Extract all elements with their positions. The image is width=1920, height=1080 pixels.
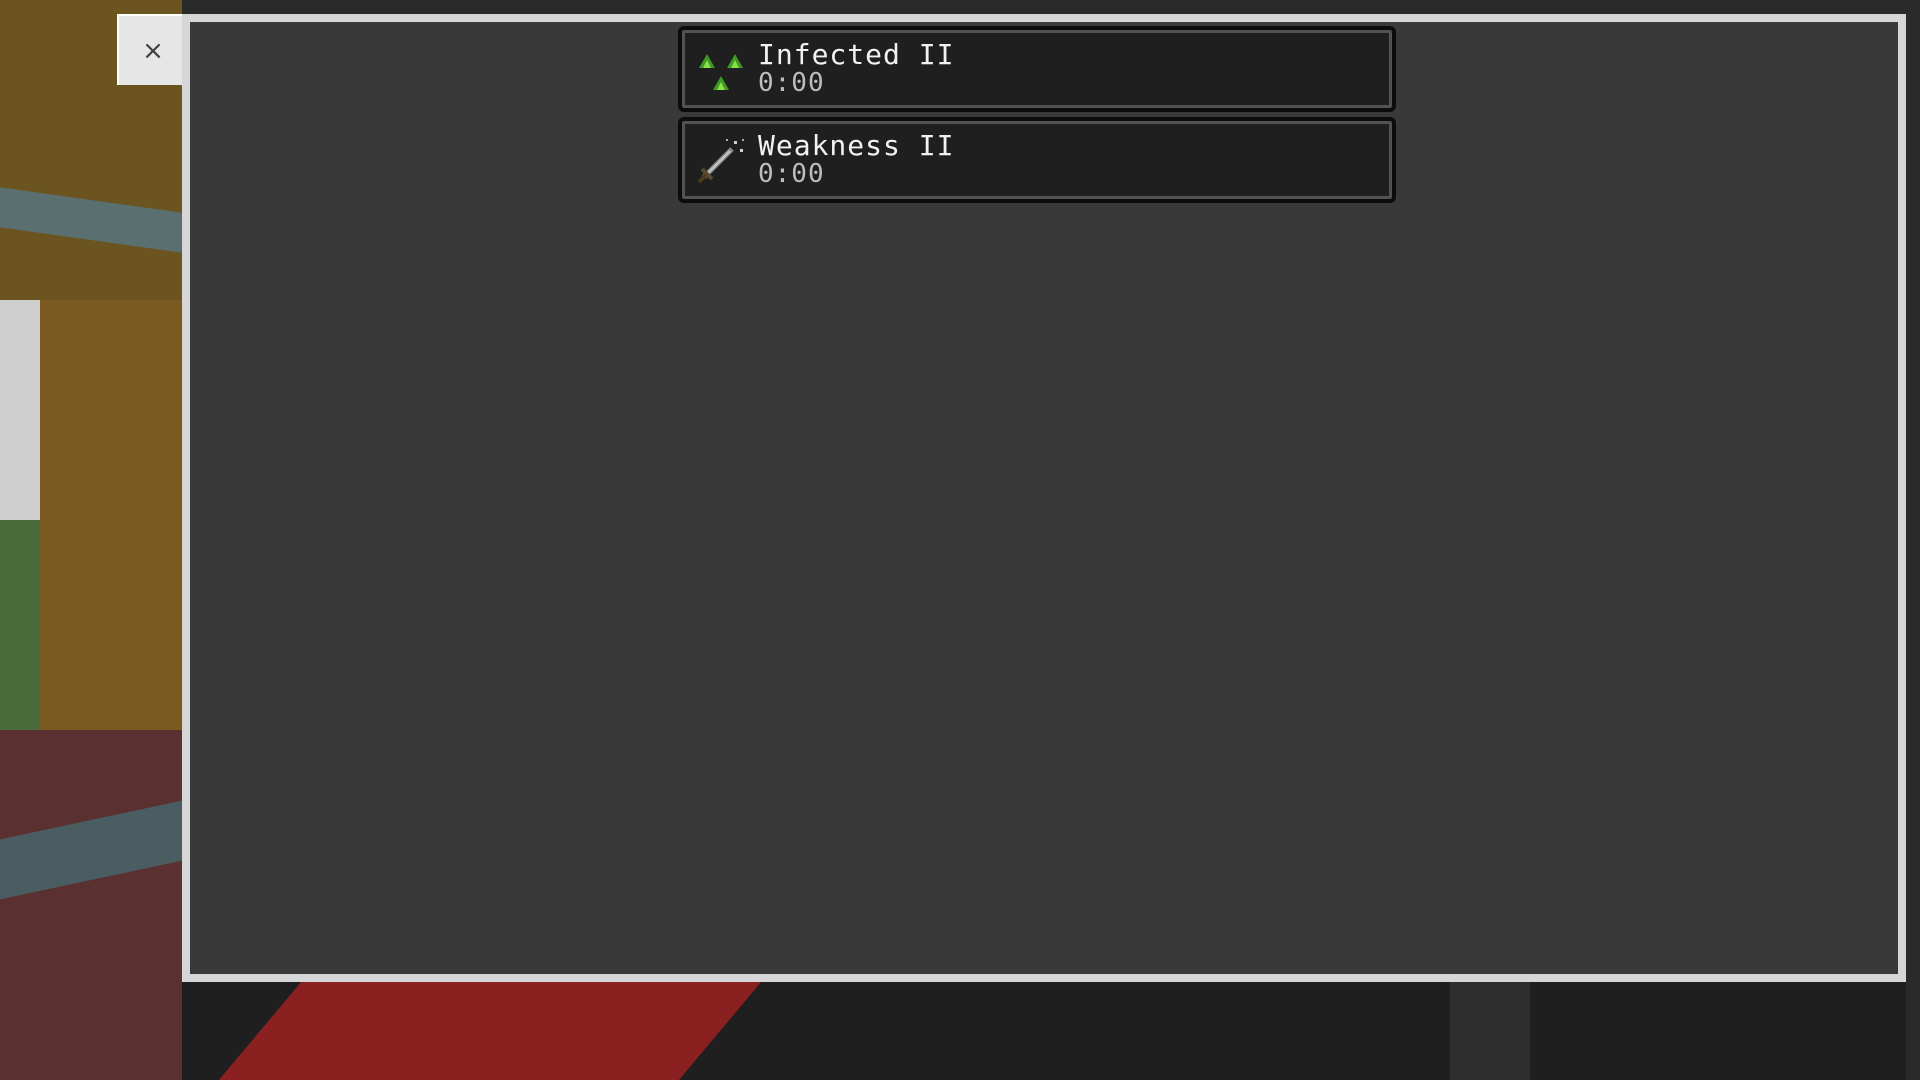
weakness-sword-icon (697, 139, 744, 184)
effect-duration: 0:00 (758, 68, 825, 98)
effects-panel: Infected II 0:00 Weakness II 0:00 (182, 14, 1906, 982)
effect-item-weakness: Weakness II 0:00 (678, 117, 1396, 203)
effect-duration: 0:00 (758, 159, 825, 189)
close-icon: × (142, 35, 164, 66)
effects-list: Infected II 0:00 Weakness II 0:00 (678, 26, 1396, 208)
effect-item-infected: Infected II 0:00 (678, 26, 1396, 112)
effect-name: Infected II (758, 38, 955, 71)
close-button[interactable]: × (117, 14, 187, 85)
infected-spores-icon (699, 54, 743, 90)
effects-panel-content: Infected II 0:00 Weakness II 0:00 (190, 22, 1898, 974)
effect-name: Weakness II (758, 129, 955, 162)
